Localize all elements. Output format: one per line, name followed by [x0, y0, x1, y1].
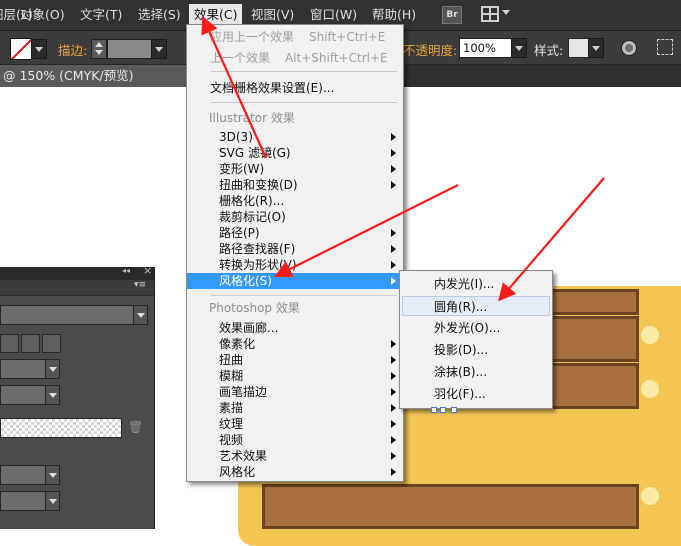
- menu-separator: [211, 102, 397, 103]
- menu-select[interactable]: 选择(S): [133, 6, 186, 24]
- menu-3d[interactable]: 3D(3): [187, 129, 403, 145]
- menu-warp[interactable]: 变形(W): [187, 161, 403, 177]
- document-tab[interactable]: @ 150% (CMYK/预览): [0, 65, 189, 87]
- cap-butt-button[interactable]: [0, 334, 19, 353]
- bridge-button[interactable]: Br: [442, 6, 462, 24]
- menu-window[interactable]: 窗口(W): [305, 6, 362, 24]
- menu-apply-last-effect[interactable]: 应用上一个效果 Shift+Ctrl+E: [187, 29, 403, 45]
- photoshop-effects-header: Photoshop 效果: [209, 301, 300, 315]
- effect-menu: 应用上一个效果 Shift+Ctrl+E 上一个效果 Alt+Shift+Ctr…: [186, 24, 404, 482]
- submenu-scribble[interactable]: 涂抹(B)...: [402, 362, 550, 382]
- submenu-drop-shadow[interactable]: 投影(D)...: [402, 340, 550, 360]
- artwork-dot: [641, 380, 659, 398]
- selection-handle: [431, 407, 437, 413]
- menu-pathfinder[interactable]: 路径查找器(F): [187, 241, 403, 257]
- transparency-preview: [0, 418, 122, 438]
- workspace-layout-icon[interactable]: [481, 6, 499, 22]
- stroke-swatch-dropdown[interactable]: [31, 39, 47, 59]
- stroke-weight-field[interactable]: [107, 39, 153, 59]
- menu-distort[interactable]: 扭曲: [187, 352, 403, 368]
- menu-crop-marks[interactable]: 裁剪标记(O): [187, 209, 403, 225]
- menu-distort-transform[interactable]: 扭曲和变换(D): [187, 177, 403, 193]
- opacity-input[interactable]: 100%: [459, 38, 516, 58]
- stylize-submenu: 内发光(I)... 圆角(R)... 外发光(O)... 投影(D)... 涂抹…: [399, 270, 553, 409]
- close-panel-icon[interactable]: ×: [143, 264, 152, 277]
- menu-pixelate[interactable]: 像素化: [187, 336, 403, 352]
- stroke-label: 描边:: [58, 43, 88, 58]
- opacity-label: 不透明度:: [403, 43, 458, 58]
- panel-tab-row: ▾≡: [0, 280, 154, 296]
- collapse-panel-icon[interactable]: ◂◂: [122, 266, 130, 275]
- panel-dropdown-4[interactable]: [0, 465, 60, 485]
- menu-help[interactable]: 帮助(H): [367, 6, 421, 24]
- menu-effect-gallery[interactable]: 效果画廊...: [187, 320, 403, 336]
- menu-type[interactable]: 文字(T): [75, 6, 127, 24]
- artwork-dot: [641, 326, 659, 344]
- menu-stylize-illustrator[interactable]: 风格化(S): [187, 273, 403, 289]
- artwork-plank[interactable]: [548, 289, 639, 315]
- cap-round-button[interactable]: [21, 334, 40, 353]
- graphic-style-dropdown[interactable]: [588, 38, 604, 58]
- cap-square-button[interactable]: [42, 334, 61, 353]
- menu-rasterize[interactable]: 栅格化(R)...: [187, 193, 403, 209]
- menu-object[interactable]: 对象(O): [15, 6, 70, 24]
- artwork-plank[interactable]: [548, 363, 639, 409]
- menu-texture[interactable]: 纹理: [187, 416, 403, 432]
- submenu-round-corners[interactable]: 圆角(R)...: [402, 296, 550, 316]
- menu-doc-raster-settings[interactable]: 文档栅格效果设置(E)...: [187, 80, 403, 96]
- menu-stylize-photoshop[interactable]: 风格化: [187, 464, 403, 480]
- panel-dropdown-3[interactable]: [0, 385, 60, 405]
- selection-handle: [451, 407, 457, 413]
- stroke-weight-dropdown[interactable]: [151, 39, 167, 59]
- trash-icon[interactable]: 🗑: [128, 420, 143, 434]
- menu-separator: [211, 295, 397, 296]
- stroke-weight-spinner[interactable]: [91, 39, 107, 59]
- menu-convert-to-shape[interactable]: 转换为形状(V): [187, 257, 403, 273]
- graphic-style-swatch[interactable]: [568, 38, 590, 58]
- chevron-down-icon[interactable]: [502, 10, 510, 15]
- submenu-inner-glow[interactable]: 内发光(I)...: [402, 274, 550, 294]
- stroke-none-swatch[interactable]: [10, 38, 32, 60]
- menu-video[interactable]: 视频: [187, 432, 403, 448]
- menu-artistic[interactable]: 艺术效果: [187, 448, 403, 464]
- panel-dropdown-5[interactable]: [0, 491, 60, 511]
- panel-title-bar: ◂◂ ×: [0, 264, 154, 280]
- menu-svg-filters[interactable]: SVG 滤镜(G): [187, 145, 403, 161]
- menu-path[interactable]: 路径(P): [187, 225, 403, 241]
- menu-view[interactable]: 视图(V): [246, 6, 299, 24]
- submenu-outer-glow[interactable]: 外发光(O)...: [402, 318, 550, 338]
- menu-sketch[interactable]: 素描: [187, 400, 403, 416]
- style-label: 样式:: [534, 43, 564, 58]
- artwork-plank[interactable]: [548, 316, 639, 362]
- illustrator-effects-header: Illustrator 效果: [209, 111, 295, 125]
- artwork-dot: [641, 487, 659, 505]
- menu-last-effect[interactable]: 上一个效果 Alt+Shift+Ctrl+E: [187, 50, 403, 66]
- panel-dropdown-1[interactable]: [0, 305, 148, 325]
- menu-effect[interactable]: 效果(C): [189, 4, 243, 26]
- menu-blur[interactable]: 模糊: [187, 368, 403, 384]
- opacity-dropdown[interactable]: [511, 38, 527, 58]
- panel-dropdown-2[interactable]: [0, 359, 60, 379]
- menu-brush-strokes[interactable]: 画笔描边: [187, 384, 403, 400]
- selection-handle: [440, 407, 446, 413]
- transform-icon[interactable]: [657, 39, 673, 55]
- panel-menu-icon[interactable]: ▾≡: [134, 280, 146, 290]
- submenu-feather[interactable]: 羽化(F)...: [402, 384, 550, 404]
- artwork-plank[interactable]: [262, 484, 639, 529]
- recolor-artwork-icon[interactable]: [621, 40, 637, 56]
- menu-separator: [211, 71, 397, 72]
